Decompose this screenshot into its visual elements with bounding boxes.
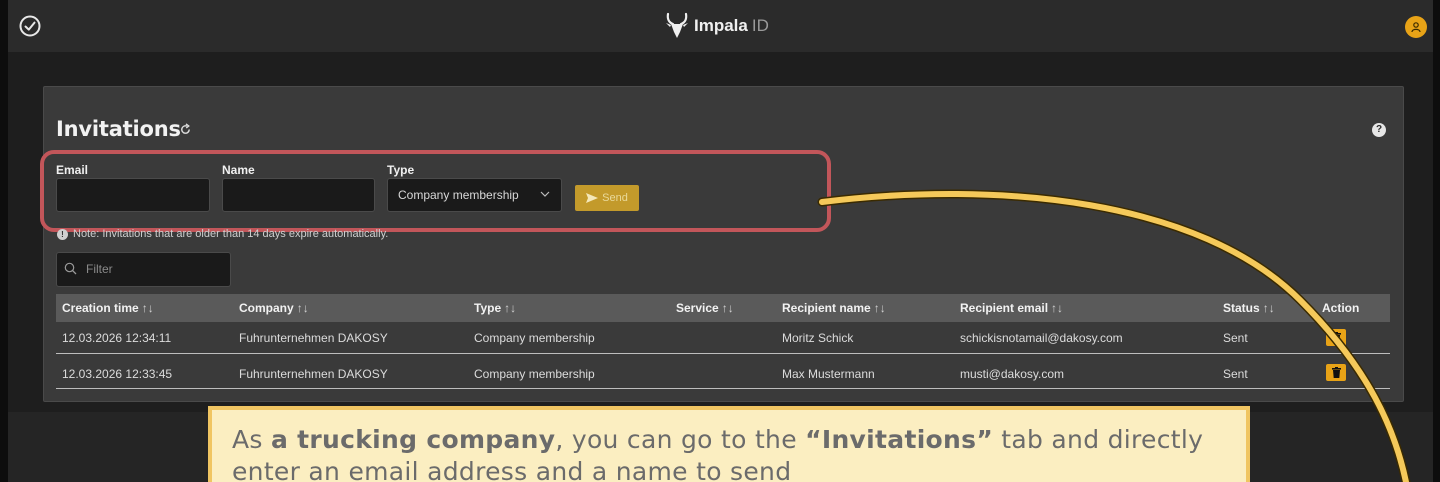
trash-icon bbox=[1331, 332, 1341, 343]
cell-type: Company membership bbox=[474, 367, 595, 381]
brand-name: Impala bbox=[694, 16, 748, 35]
delete-button[interactable] bbox=[1326, 329, 1346, 346]
invitations-card bbox=[43, 86, 1404, 402]
cell-company: Fuhrunternehmen DAKOSY bbox=[239, 367, 388, 381]
column-header-service[interactable]: Service ↑↓ bbox=[676, 301, 734, 315]
refresh-icon[interactable] bbox=[179, 123, 192, 136]
info-icon: ! bbox=[57, 229, 68, 240]
trash-icon bbox=[1331, 367, 1341, 378]
sort-icon[interactable]: ↑↓ bbox=[297, 301, 309, 315]
sort-icon[interactable]: ↑↓ bbox=[722, 301, 734, 315]
impala-logo-icon bbox=[666, 12, 688, 38]
cell-recipient-name: Max Mustermann bbox=[782, 367, 875, 381]
sort-icon[interactable]: ↑↓ bbox=[142, 301, 154, 315]
callout-box: As a trucking company, you can go to the… bbox=[208, 406, 1250, 482]
delete-button[interactable] bbox=[1326, 364, 1346, 381]
row-divider bbox=[56, 388, 1390, 389]
form-highlight-box bbox=[40, 150, 831, 232]
cell-recipient-email: musti@dakosy.com bbox=[960, 367, 1064, 381]
right-edge bbox=[1433, 0, 1440, 482]
cell-status: Sent bbox=[1223, 331, 1248, 345]
column-header-recipient-email[interactable]: Recipient email ↑↓ bbox=[960, 301, 1063, 315]
search-icon bbox=[64, 262, 77, 275]
column-header-action: Action bbox=[1322, 301, 1360, 315]
cell-type: Company membership bbox=[474, 331, 595, 345]
cell-creation-time: 12.03.2026 12:34:11 bbox=[62, 331, 172, 345]
sort-icon[interactable]: ↑↓ bbox=[1263, 301, 1275, 315]
filter-placeholder: Filter bbox=[86, 262, 113, 276]
page-title: Invitations bbox=[56, 117, 181, 141]
left-edge bbox=[0, 0, 8, 482]
column-header-recipient-name[interactable]: Recipient name ↑↓ bbox=[782, 301, 886, 315]
check-circle-icon[interactable] bbox=[18, 14, 42, 38]
sort-icon[interactable]: ↑↓ bbox=[874, 301, 886, 315]
help-icon[interactable]: ? bbox=[1372, 123, 1386, 137]
cell-creation-time: 12.03.2026 12:33:45 bbox=[62, 367, 173, 381]
column-header-status[interactable]: Status ↑↓ bbox=[1223, 301, 1275, 315]
row-divider bbox=[56, 353, 1390, 354]
sort-icon[interactable]: ↑↓ bbox=[1051, 301, 1063, 315]
sort-icon[interactable]: ↑↓ bbox=[504, 301, 516, 315]
brand-suffix: ID bbox=[751, 16, 769, 35]
column-header-type[interactable]: Type ↑↓ bbox=[474, 301, 516, 315]
cell-company: Fuhrunternehmen DAKOSY bbox=[239, 331, 388, 345]
cell-recipient-name: Moritz Schick bbox=[782, 331, 854, 345]
cell-status: Sent bbox=[1223, 367, 1248, 381]
cell-recipient-email: schickisnotamail@dakosy.com bbox=[960, 331, 1123, 345]
avatar[interactable] bbox=[1405, 16, 1427, 38]
user-icon bbox=[1411, 22, 1421, 33]
brand-logo[interactable]: Impala ID bbox=[664, 10, 769, 42]
callout-text: As a trucking company, you can go to the… bbox=[232, 425, 1204, 482]
column-header-creation-time[interactable]: Creation time ↑↓ bbox=[62, 301, 154, 315]
filter-input[interactable] bbox=[56, 252, 231, 287]
expiry-note: Note: Invitations that are older than 14… bbox=[73, 228, 389, 240]
column-header-company[interactable]: Company ↑↓ bbox=[239, 301, 309, 315]
